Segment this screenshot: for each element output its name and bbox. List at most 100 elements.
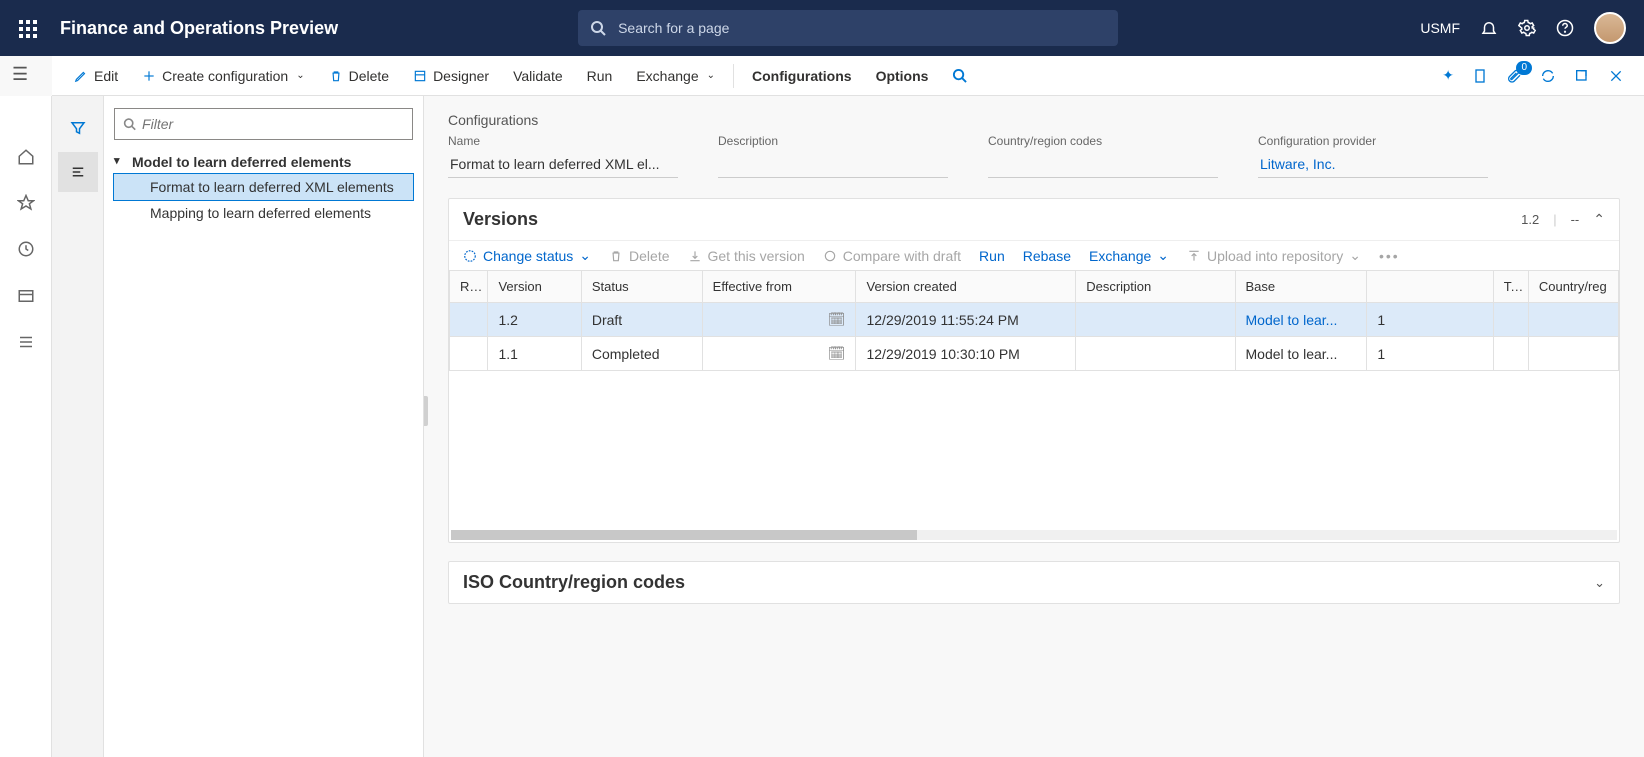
column-header[interactable]: Version xyxy=(488,271,581,303)
tree-filter[interactable] xyxy=(114,108,413,140)
designer-button[interactable]: Designer xyxy=(403,64,499,88)
search-icon xyxy=(123,117,136,131)
country-label: Country/region codes xyxy=(988,134,1218,148)
app-launcher-icon[interactable] xyxy=(8,18,48,39)
table-row[interactable]: 1.1Completed🗓12/29/2019 10:30:10 PMModel… xyxy=(450,337,1619,371)
run-button[interactable]: Run xyxy=(577,64,623,88)
popout-icon[interactable] xyxy=(1574,67,1590,84)
tree-filter-input[interactable] xyxy=(142,116,404,132)
version-run-button[interactable]: Run xyxy=(979,248,1005,264)
column-header[interactable]: Version created xyxy=(856,271,1076,303)
versions-toolbar: Change status⌄ Delete Get this version C… xyxy=(449,240,1619,270)
tree-root[interactable]: Model to learn deferred elements xyxy=(114,150,413,174)
column-header[interactable] xyxy=(1367,271,1493,303)
gear-icon[interactable] xyxy=(1518,19,1536,37)
version-delete-button[interactable]: Delete xyxy=(609,248,669,264)
hamburger-icon[interactable]: ☰ xyxy=(12,64,28,85)
environment-label[interactable]: USMF xyxy=(1420,20,1460,36)
tree-panel: Model to learn deferred elements Format … xyxy=(104,96,424,757)
help-icon[interactable] xyxy=(1556,19,1574,37)
name-value[interactable]: Format to learn deferred XML el... xyxy=(448,152,678,178)
table-row[interactable]: 1.2Draft🗓12/29/2019 11:55:24 PMModel to … xyxy=(450,303,1619,337)
chevron-down-icon: ⌄ xyxy=(296,70,304,81)
view-rail xyxy=(52,96,104,757)
change-status-button[interactable]: Change status⌄ xyxy=(463,247,591,264)
column-header[interactable]: Effective from xyxy=(702,271,856,303)
top-header: Finance and Operations Preview Search fo… xyxy=(0,0,1644,56)
column-header[interactable]: T... xyxy=(1493,271,1528,303)
separator xyxy=(733,64,734,88)
delete-button[interactable]: Delete xyxy=(319,64,399,88)
more-icon[interactable]: ••• xyxy=(1379,248,1400,264)
filter-view-button[interactable] xyxy=(58,108,98,148)
upload-icon xyxy=(1187,249,1201,263)
current-version: 1.2 xyxy=(1521,212,1539,227)
country-value[interactable] xyxy=(988,152,1218,178)
app-title: Finance and Operations Preview xyxy=(48,18,338,39)
version-exchange-button[interactable]: Exchange⌄ xyxy=(1089,247,1169,264)
options-tab[interactable]: Options xyxy=(866,64,939,88)
compare-icon xyxy=(823,249,837,263)
column-header[interactable]: Description xyxy=(1076,271,1235,303)
name-label: Name xyxy=(448,134,678,148)
exchange-button[interactable]: Exchange⌄ xyxy=(626,64,725,88)
trash-icon xyxy=(329,69,343,83)
validate-button[interactable]: Validate xyxy=(503,64,573,88)
column-header[interactable]: Status xyxy=(581,271,702,303)
create-configuration-button[interactable]: Create configuration⌄ xyxy=(132,64,314,88)
refresh-icon[interactable] xyxy=(1540,67,1556,84)
upload-button[interactable]: Upload into repository⌄ xyxy=(1187,247,1361,264)
notifications-icon[interactable] xyxy=(1480,19,1498,37)
tree-item[interactable]: Mapping to learn deferred elements xyxy=(114,200,413,226)
modules-icon[interactable] xyxy=(17,333,35,351)
workspaces-icon[interactable] xyxy=(17,287,35,305)
calendar-icon[interactable]: 🗓 xyxy=(828,345,846,362)
trash-icon xyxy=(609,249,623,263)
splitter-handle[interactable] xyxy=(424,396,428,426)
calendar-icon[interactable]: 🗓 xyxy=(828,311,846,328)
nav-rail xyxy=(0,96,52,757)
status-icon xyxy=(463,249,477,263)
tree-item[interactable]: Format to learn deferred XML elements xyxy=(114,174,413,200)
description-value[interactable] xyxy=(718,152,948,178)
iso-title: ISO Country/region codes xyxy=(463,572,685,593)
close-icon[interactable] xyxy=(1608,67,1624,84)
command-bar: Edit Create configuration⌄ Delete Design… xyxy=(52,56,1644,96)
chevron-down-icon: ⌄ xyxy=(1349,247,1361,264)
rebase-button[interactable]: Rebase xyxy=(1023,248,1071,264)
plus-icon xyxy=(142,69,156,83)
versions-grid[interactable]: R...VersionStatusEffective fromVersion c… xyxy=(449,270,1619,530)
download-icon xyxy=(688,249,702,263)
document-icon[interactable] xyxy=(1472,67,1488,84)
versions-card: Versions 1.2 | -- Change status⌄ Delete … xyxy=(448,198,1620,543)
avatar[interactable] xyxy=(1594,12,1626,44)
attachments-icon[interactable]: 0 xyxy=(1506,67,1522,84)
get-version-button[interactable]: Get this version xyxy=(688,248,805,264)
edit-button[interactable]: Edit xyxy=(64,64,128,88)
list-view-button[interactable] xyxy=(58,152,98,192)
recommendations-icon[interactable]: ✦ xyxy=(1442,67,1454,84)
versions-title: Versions xyxy=(463,209,538,230)
star-icon[interactable] xyxy=(17,194,35,212)
iso-card: ISO Country/region codes ⌄ xyxy=(448,561,1620,604)
chevron-down-icon: ⌄ xyxy=(579,247,591,264)
column-header[interactable]: Base xyxy=(1235,271,1367,303)
provider-value[interactable]: Litware, Inc. xyxy=(1258,152,1488,178)
search-icon xyxy=(590,20,606,36)
configurations-tab[interactable]: Configurations xyxy=(742,64,862,88)
main-panel: Configurations NameFormat to learn defer… xyxy=(424,96,1644,757)
designer-icon xyxy=(413,69,427,83)
chevron-down-icon: ⌄ xyxy=(707,70,715,81)
column-header[interactable]: Country/reg xyxy=(1528,271,1618,303)
global-search[interactable]: Search for a page xyxy=(578,10,1118,46)
pencil-icon xyxy=(74,69,88,83)
expand-icon[interactable]: ⌄ xyxy=(1594,575,1605,591)
recent-icon[interactable] xyxy=(17,240,35,258)
column-header[interactable]: R... xyxy=(450,271,488,303)
horizontal-scrollbar[interactable] xyxy=(451,530,1617,540)
compare-button[interactable]: Compare with draft xyxy=(823,248,961,264)
toolbar-search-icon[interactable] xyxy=(942,64,977,87)
home-icon[interactable] xyxy=(17,148,35,166)
search-placeholder: Search for a page xyxy=(618,20,729,36)
collapse-icon[interactable] xyxy=(1593,211,1605,228)
